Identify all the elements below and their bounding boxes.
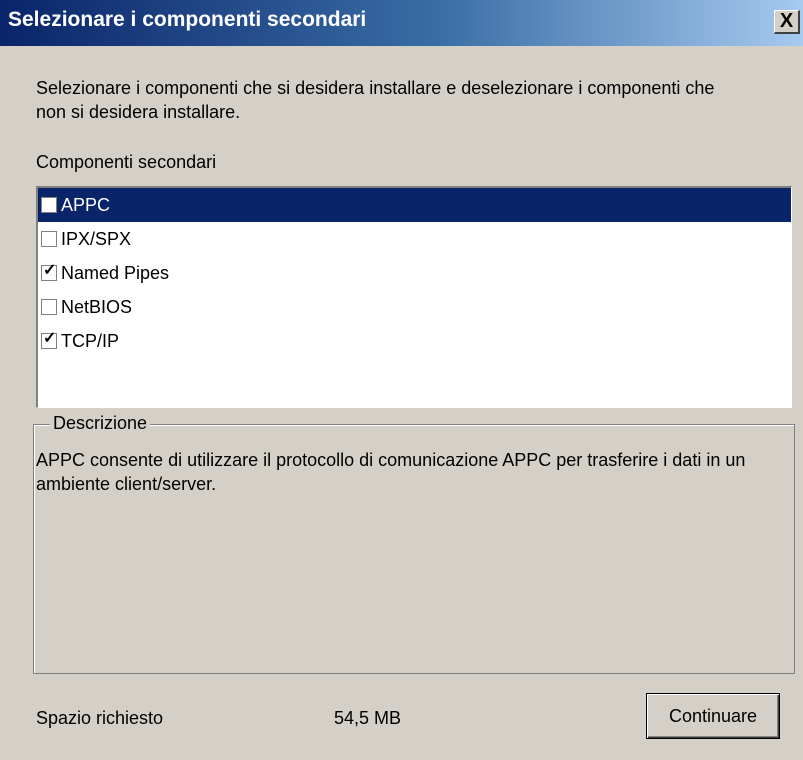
list-item-label: APPC [61,194,111,215]
list-item-ipx-spx[interactable]: IPX/SPX [38,222,791,256]
description-text: APPC consente di utilizzare il protocoll… [36,450,746,494]
components-listbox[interactable]: APPC IPX/SPX ✓ Named Pipes NetBIOS ✓ TCP… [36,186,792,408]
check-icon: ✓ [43,262,57,279]
components-list-label: Componenti secondari [36,152,217,172]
window-title: Selezionare i componenti secondari [8,8,367,31]
description-legend: Descrizione [50,413,151,434]
continue-button[interactable]: Continuare [646,693,780,739]
checkbox-appc[interactable] [41,197,57,213]
checkbox-named-pipes[interactable]: ✓ [41,262,57,281]
title-bar[interactable]: Selezionare i componenti secondari X [0,0,803,46]
dialog-window: Selezionare i componenti secondari X Sel… [0,0,803,760]
space-required-value: 54,5 MB [334,708,402,728]
checkbox-tcp-ip[interactable]: ✓ [41,330,57,349]
list-item-label: NetBIOS [61,296,133,317]
close-button[interactable]: X [774,10,800,34]
list-item-label: TCP/IP [61,330,120,351]
check-icon: ✓ [43,330,57,347]
list-item-named-pipes[interactable]: ✓ Named Pipes [38,256,791,290]
list-item-netbios[interactable]: NetBIOS [38,290,791,324]
list-item-appc[interactable]: APPC [38,188,791,222]
list-item-tcp-ip[interactable]: ✓ TCP/IP [38,324,791,358]
list-item-label: Named Pipes [61,262,170,283]
checkbox-netbios[interactable] [41,299,57,315]
intro-text: Selezionare i componenti che si desidera… [36,78,715,122]
list-item-label: IPX/SPX [61,228,132,249]
checkbox-ipx-spx[interactable] [41,231,57,247]
space-required-label: Spazio richiesto [36,708,164,728]
